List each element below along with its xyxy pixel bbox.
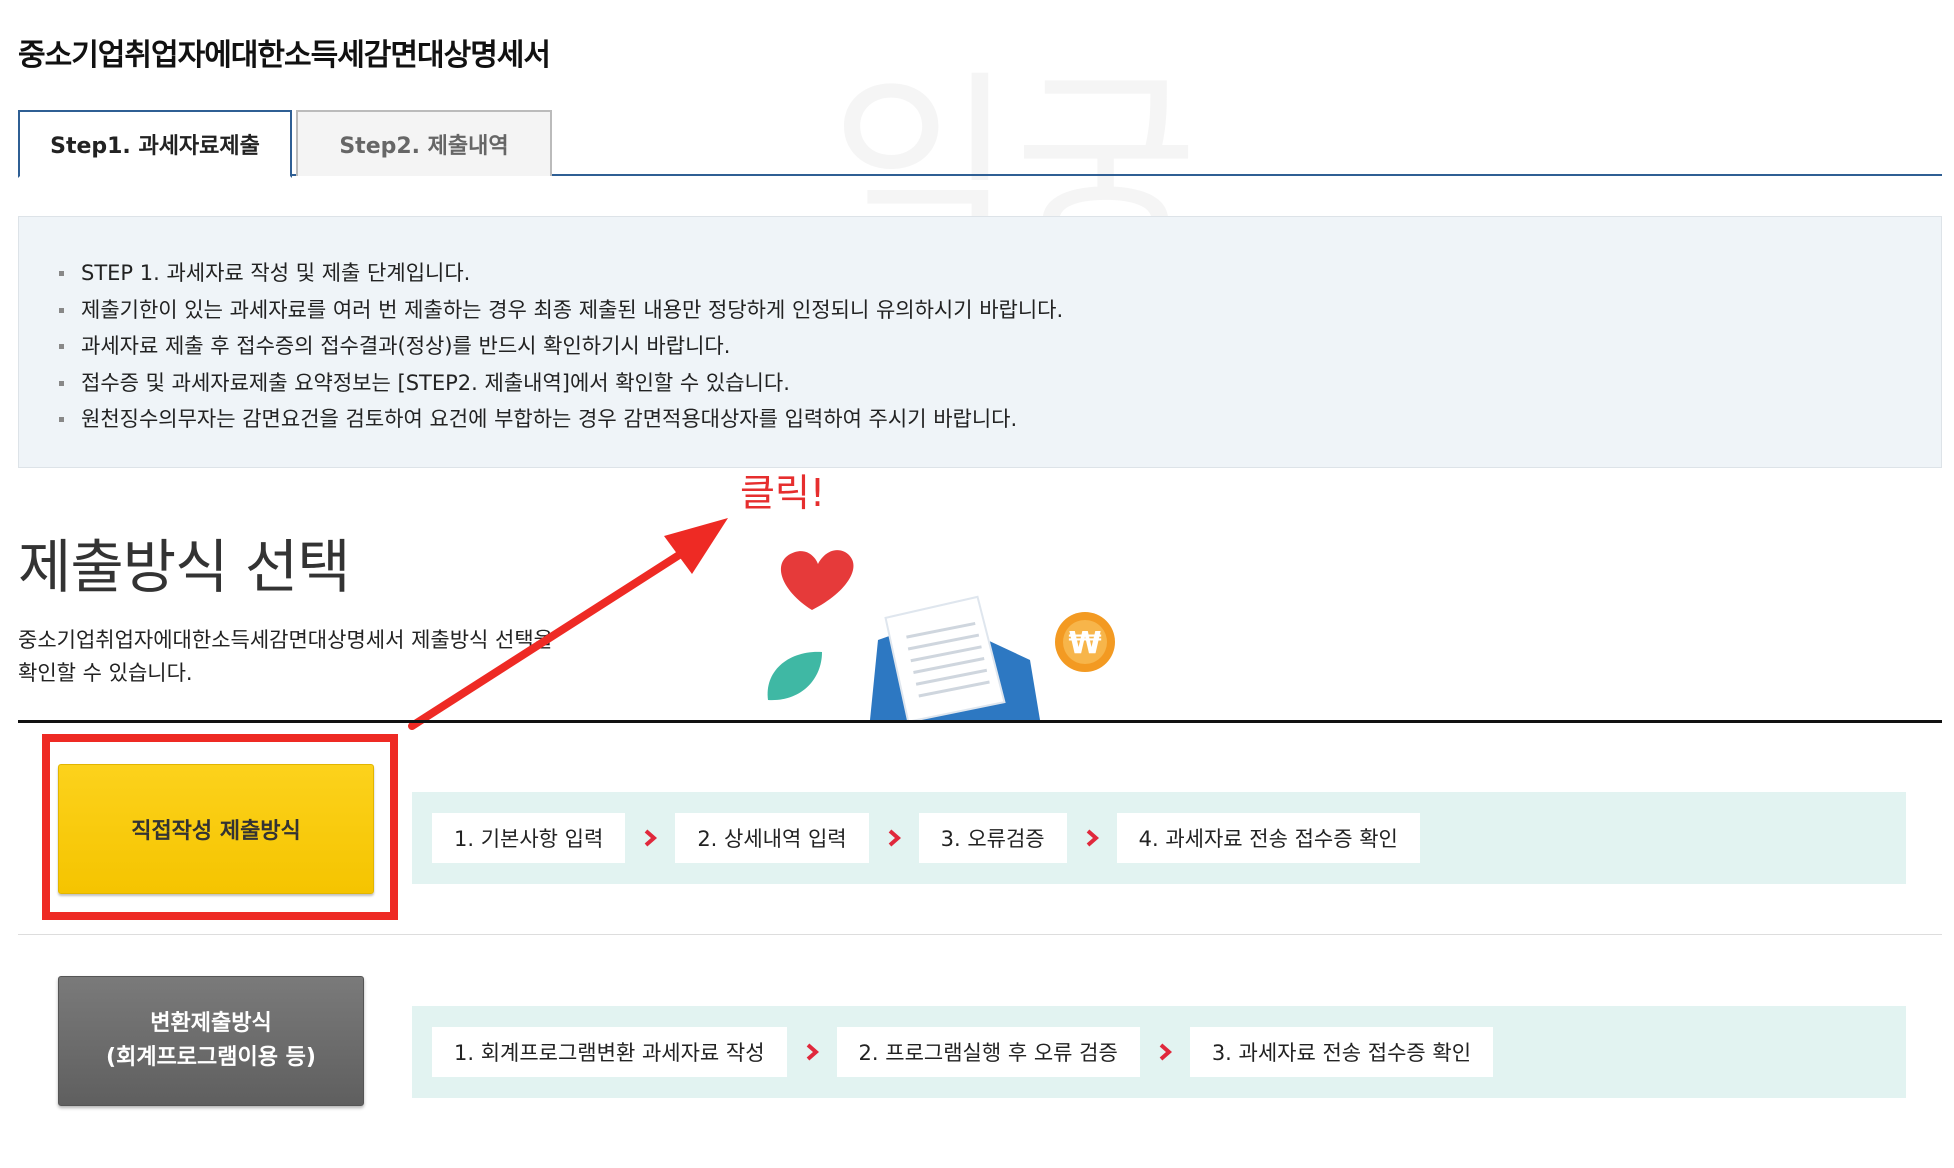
tab-step1[interactable]: Step1. 과세자료제출	[18, 110, 292, 178]
section-description: 중소기업취업자에대한소득세감면대상명세서 제출방식 선택을 확인할 수 있습니다…	[18, 624, 618, 690]
chevron-right-icon	[1140, 1043, 1190, 1061]
convert-step: 3. 과세자료 전송 접수증 확인	[1189, 1027, 1494, 1077]
submission-illustration: ₩	[767, 550, 1115, 720]
section-title: 제출방식 선택	[18, 533, 351, 601]
notice-item: 과세자료 제출 후 접수증의 접수결과(정상)를 반드시 확인하기시 바랍니다.	[57, 328, 1941, 365]
chevron-right-icon	[625, 829, 675, 847]
direct-step: 4. 과세자료 전송 접수증 확인	[1116, 813, 1420, 863]
direct-step: 1. 기본사항 입력	[432, 813, 626, 863]
convert-button-label: 변환제출방식	[150, 1011, 272, 1036]
section-description-line: 중소기업취업자에대한소득세감면대상명세서 제출방식 선택을	[18, 628, 553, 652]
convert-step: 2. 프로그램실행 후 오류 검증	[836, 1027, 1140, 1077]
notice-box: STEP 1. 과세자료 작성 및 제출 단계입니다. 제출기한이 있는 과세자…	[18, 216, 1942, 468]
direct-step: 2. 상세내역 입력	[675, 813, 869, 863]
won-coin-icon: ₩	[1055, 612, 1115, 672]
section-description-line: 확인할 수 있습니다.	[18, 661, 193, 685]
chevron-right-icon	[787, 1043, 837, 1061]
tab-bar: Step1. 과세자료제출 Step2. 제출내역	[18, 110, 1942, 178]
chevron-right-icon	[869, 829, 919, 847]
notice-item: 접수증 및 과세자료제출 요약정보는 [STEP2. 제출내역]에서 확인할 수…	[57, 365, 1941, 402]
page-title: 중소기업취업자에대한소득세감면대상명세서	[18, 38, 551, 73]
convert-steps-bar: 1. 회계프로그램변환 과세자료 작성 2. 프로그램실행 후 오류 검증 3.…	[412, 1006, 1906, 1098]
row-divider	[18, 934, 1942, 935]
direct-step: 3. 오류검증	[918, 813, 1067, 863]
notice-item: 원천징수의무자는 감면요건을 검토하여 요건에 부합하는 경우 감면적용대상자를…	[57, 401, 1941, 438]
leaf-icon	[767, 651, 822, 701]
chevron-right-icon	[1067, 829, 1117, 847]
tab-step2[interactable]: Step2. 제출내역	[296, 110, 552, 176]
notice-item: 제출기한이 있는 과세자료를 여러 번 제출하는 경우 최종 제출된 내용만 정…	[57, 292, 1941, 329]
heart-icon	[780, 550, 854, 610]
direct-submit-button[interactable]: 직접작성 제출방식	[58, 764, 374, 894]
convert-step: 1. 회계프로그램변환 과세자료 작성	[432, 1027, 787, 1077]
click-annotation-label: 클릭!	[740, 471, 826, 515]
envelope-icon	[870, 595, 1040, 720]
section-divider	[18, 720, 1942, 723]
svg-text:₩: ₩	[1068, 626, 1101, 661]
notice-item: STEP 1. 과세자료 작성 및 제출 단계입니다.	[57, 255, 1941, 292]
convert-button-sublabel: (회계프로그램이용 등)	[106, 1045, 316, 1070]
direct-steps-bar: 1. 기본사항 입력 2. 상세내역 입력 3. 오류검증 4. 과세자료 전송…	[412, 792, 1906, 884]
convert-submit-button[interactable]: 변환제출방식 (회계프로그램이용 등)	[58, 976, 364, 1106]
